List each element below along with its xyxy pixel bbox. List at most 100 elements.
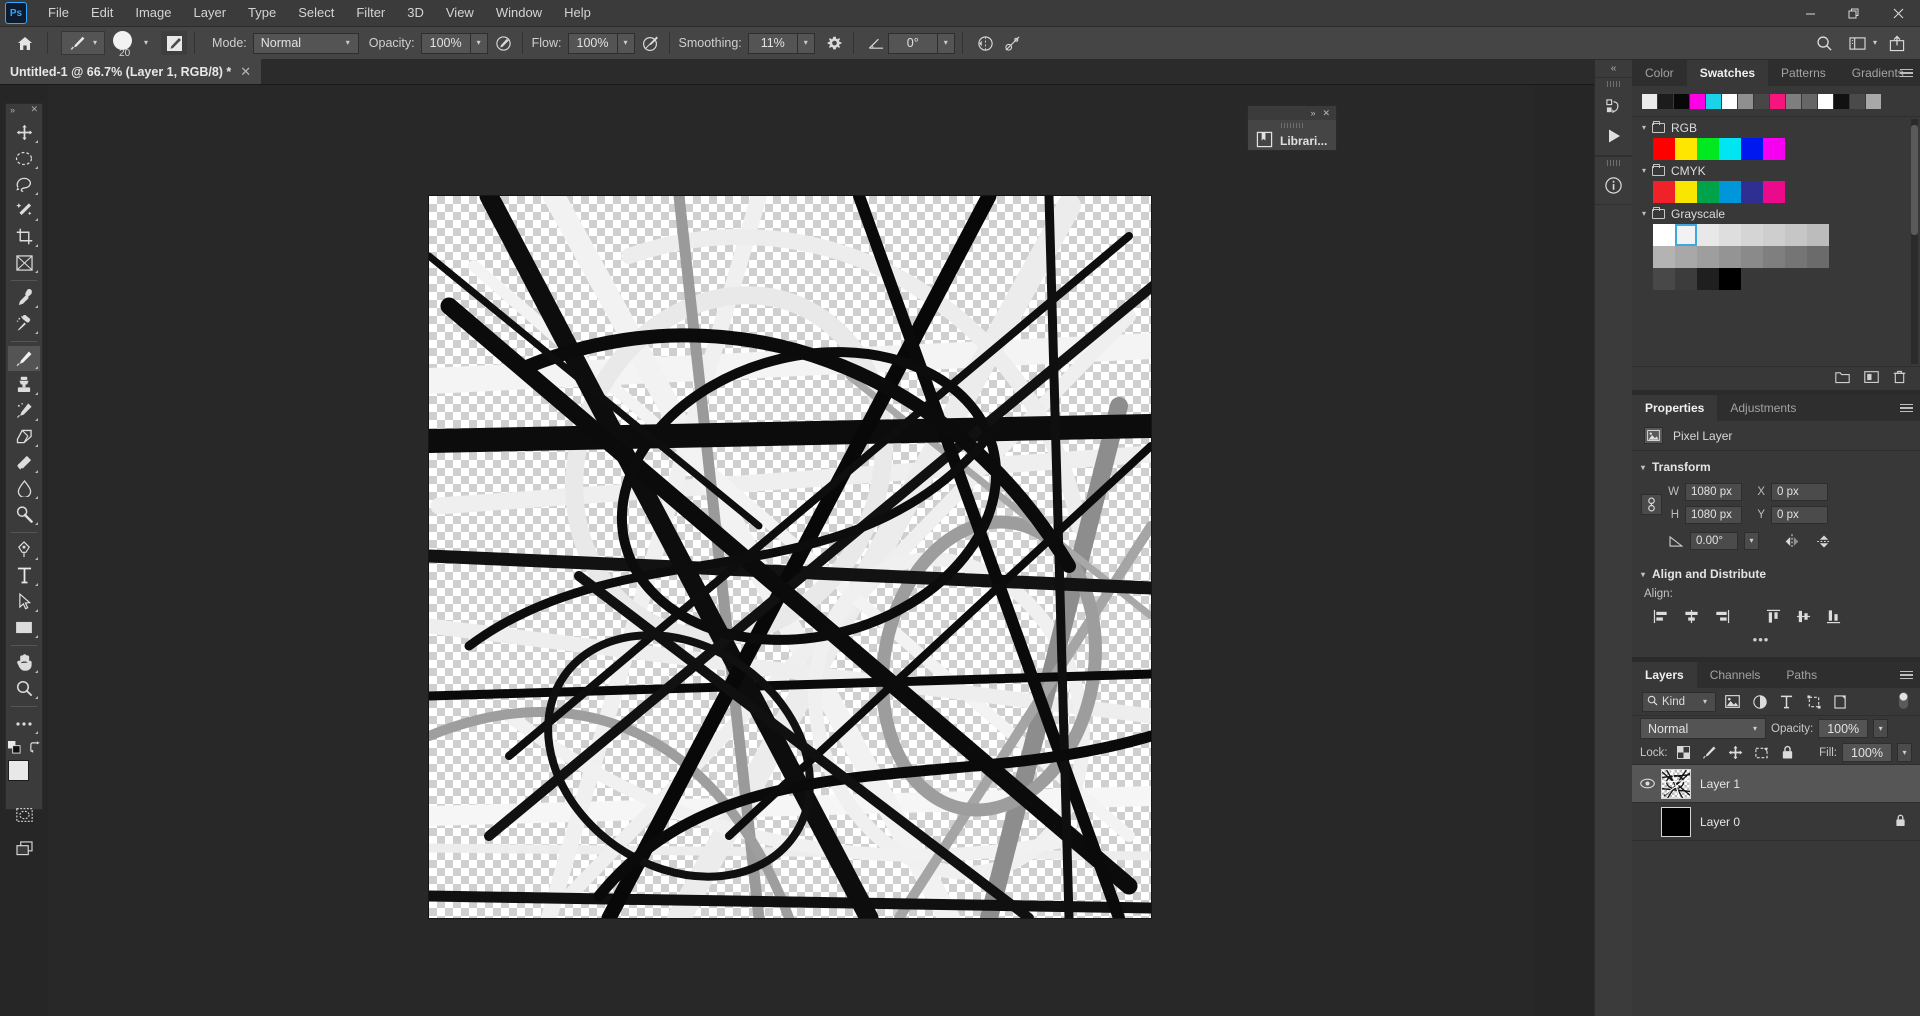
flip-vertical-icon[interactable] [1811,533,1837,550]
spot-healing-brush-tool[interactable] [8,311,40,336]
recent-swatch[interactable] [1706,94,1721,109]
layer-thumbnail[interactable] [1661,806,1691,837]
tab-patterns[interactable]: Patterns [1768,60,1839,86]
color-swatch[interactable] [1653,246,1675,268]
recent-swatch[interactable] [1690,94,1705,109]
tab-adjustments[interactable]: Adjustments [1717,395,1810,421]
align-vertical-centers-icon[interactable] [1788,604,1818,628]
clone-stamp-tool[interactable] [8,372,40,397]
foreground-color-chip[interactable] [8,760,29,781]
minimize-button[interactable] [1788,0,1832,27]
link-dimensions-icon[interactable] [1641,494,1662,515]
recent-swatch[interactable] [1674,94,1689,109]
filter-smart-object-icon[interactable] [1830,691,1851,712]
brush-angle-icon[interactable] [866,32,888,54]
layer-name[interactable]: Layer 0 [1700,815,1895,829]
share-icon[interactable] [1886,32,1908,54]
color-swatch[interactable] [1675,181,1697,203]
color-swatch[interactable] [1807,224,1829,246]
recent-swatch[interactable] [1818,94,1833,109]
color-swatch[interactable] [1697,224,1719,246]
panel-menu-icon[interactable] [1900,662,1913,688]
color-swatch[interactable] [1785,246,1807,268]
chevron-down-icon[interactable]: ▾ [89,39,101,47]
libraries-floating-panel[interactable]: » ✕ Librari... [1247,105,1337,151]
fill-input[interactable]: 100% [1842,743,1892,762]
path-selection-tool[interactable] [8,589,40,614]
history-brush-tool[interactable] [8,398,40,423]
swap-colors-icon[interactable] [29,741,42,757]
tab-channels[interactable]: Channels [1696,662,1774,688]
panel-menu-icon[interactable] [1900,395,1913,421]
layer-thumbnail[interactable] [1661,768,1691,799]
color-swatch[interactable] [1697,138,1719,160]
swatch-group-grayscale[interactable]: ▾ Grayscale [1632,203,1920,224]
recent-swatch[interactable] [1722,94,1737,109]
tablet-pressure-size-icon[interactable] [1002,32,1024,54]
search-icon[interactable] [1814,32,1836,54]
flow-dropdown-button[interactable]: ▾ [617,32,635,54]
maximize-button[interactable] [1832,0,1876,27]
document-tab[interactable]: Untitled-1 @ 66.7% (Layer 1, RGB/8) * ✕ [0,59,263,84]
color-swatch[interactable] [1719,246,1741,268]
tab-swatches[interactable]: Swatches [1686,60,1769,86]
menu-item-file[interactable]: File [37,1,80,25]
brush-tool[interactable] [8,346,40,371]
recent-swatch[interactable] [1770,94,1785,109]
align-horizontal-centers-icon[interactable] [1676,604,1706,628]
crop-tool[interactable] [8,224,40,249]
gradient-tool[interactable] [8,450,40,475]
hand-tool[interactable] [8,650,40,675]
color-swatch[interactable] [1741,138,1763,160]
delete-swatch-icon[interactable] [1893,370,1906,387]
chevron-down-icon[interactable]: ▾ [1869,39,1881,47]
recent-swatch[interactable] [1658,94,1673,109]
layer-row[interactable]: Layer 0 [1632,803,1920,841]
lock-image-pixels-icon[interactable] [1699,742,1720,763]
frame-tool[interactable] [8,250,40,275]
close-icon[interactable]: ✕ [1322,108,1330,119]
lasso-tool[interactable] [8,172,40,197]
color-swatch[interactable] [1719,138,1741,160]
layer-opacity-input[interactable]: 100% [1818,719,1869,738]
workspace-switcher-icon[interactable] [1847,32,1869,54]
brush-size-picker[interactable]: 20 ▾ [113,30,152,59]
color-swatch[interactable] [1675,138,1697,160]
filter-toggle-switch[interactable] [1897,691,1910,713]
menu-item-image[interactable]: Image [124,1,182,25]
tab-properties[interactable]: Properties [1632,395,1718,421]
opacity-input[interactable]: 100% [420,32,471,54]
zoom-tool[interactable] [8,676,40,701]
brush-angle-input[interactable]: 0° [887,32,938,54]
color-swatch[interactable] [1697,268,1719,290]
menu-item-type[interactable]: Type [237,1,287,25]
expand-icon[interactable]: » [10,105,15,115]
recent-swatch[interactable] [1802,94,1817,109]
height-input[interactable]: 1080 px [1685,506,1742,524]
edit-toolbar-button[interactable] [8,711,40,736]
lock-transparent-pixels-icon[interactable] [1673,742,1694,763]
canvas-area[interactable]: » ✕ Librari... [48,86,1534,1016]
lock-all-icon[interactable] [1777,742,1798,763]
gear-icon[interactable] [824,32,846,54]
layer-visibility-toggle[interactable] [1636,778,1658,789]
transform-section-header[interactable]: ▾ Transform [1632,456,1920,478]
color-swatch[interactable] [1763,246,1785,268]
recent-swatch[interactable] [1866,94,1881,109]
align-more-button[interactable]: ••• [1632,632,1920,647]
menu-item-select[interactable]: Select [287,1,345,25]
filter-kind-select[interactable]: Kind ▾ [1642,691,1716,712]
brush-settings-icon[interactable] [161,31,188,55]
color-swatch[interactable] [1763,224,1785,246]
collapse-panels-button[interactable]: « [1595,60,1632,77]
scrollbar-thumb[interactable] [1911,125,1918,235]
recent-swatch[interactable] [1834,94,1849,109]
default-colors-icon[interactable] [8,741,21,757]
align-left-edges-icon[interactable] [1646,604,1676,628]
rectangle-tool[interactable] [8,615,40,640]
layer-name[interactable]: Layer 1 [1700,777,1920,791]
type-tool[interactable] [8,563,40,588]
blur-tool[interactable] [8,476,40,501]
recent-swatch[interactable] [1850,94,1865,109]
pressure-opacity-icon[interactable] [493,32,515,54]
